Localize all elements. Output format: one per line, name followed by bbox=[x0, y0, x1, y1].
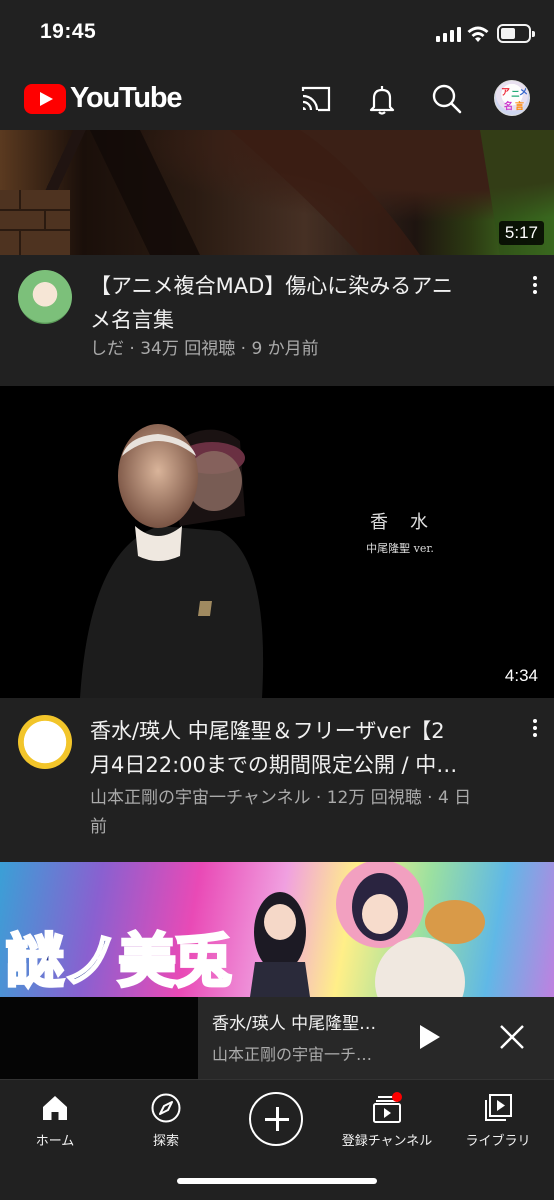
battery-icon bbox=[497, 24, 535, 43]
youtube-logo[interactable]: YouTube bbox=[24, 82, 183, 115]
channel-avatar[interactable] bbox=[18, 270, 72, 324]
video-meta[interactable]: 香水/瑛人 中尾隆聖＆フリーザver【2 月4日22:00までの期間限定公開 /… bbox=[0, 698, 554, 862]
video-thumbnail[interactable]: 香 水 中尾隆聖 ver. 4:34 bbox=[0, 386, 554, 698]
channel-avatar[interactable] bbox=[18, 715, 72, 769]
nav-explore-label: 探索 bbox=[152, 1134, 179, 1149]
cellular-signal-icon bbox=[436, 26, 461, 42]
video-title-line: メ名言集 bbox=[90, 308, 174, 332]
video-duration: 5:17 bbox=[498, 221, 544, 245]
video-subtitle-line: 前 bbox=[90, 817, 107, 837]
library-icon bbox=[485, 1094, 512, 1121]
account-avatar[interactable]: ア ニ メ 名 言 bbox=[494, 80, 530, 116]
bell-icon[interactable] bbox=[364, 81, 400, 117]
thumbnail-title: 謎ノ美兎 bbox=[4, 926, 233, 997]
nav-home[interactable]: ホーム bbox=[0, 1090, 110, 1149]
youtube-play-icon bbox=[24, 83, 66, 114]
video-thumbnail[interactable]: 5:17 bbox=[0, 130, 554, 255]
video-subtitle: しだ · 34万 回視聴 · 9 か月前 bbox=[90, 339, 319, 359]
home-indicator[interactable] bbox=[177, 1178, 377, 1184]
video-thumbnail[interactable]: 謎ノ美兎 bbox=[0, 862, 554, 997]
nav-library[interactable]: ライブラリ bbox=[443, 1090, 553, 1149]
brand-name: YouTube bbox=[70, 82, 183, 114]
notification-dot-icon bbox=[392, 1092, 402, 1102]
video-title-line: 月4日22:00までの期間限定公開 / 中… bbox=[90, 753, 458, 777]
nav-subscriptions[interactable]: 登録チャンネル bbox=[332, 1090, 442, 1149]
status-bar: 19:45 bbox=[0, 0, 554, 66]
play-icon[interactable] bbox=[414, 1021, 444, 1053]
status-time: 19:45 bbox=[40, 20, 97, 43]
nav-library-label: ライブラリ bbox=[465, 1134, 531, 1149]
search-icon[interactable] bbox=[429, 81, 465, 117]
video-title-line: 香水/瑛人 中尾隆聖＆フリーザver【2 bbox=[90, 719, 445, 743]
thumbnail-title: 香 水 bbox=[370, 512, 430, 533]
thumbnail-artwork bbox=[0, 130, 554, 255]
cast-icon[interactable] bbox=[298, 81, 334, 117]
mini-player-video[interactable] bbox=[0, 997, 198, 1079]
nav-subscriptions-label: 登録チャンネル bbox=[341, 1134, 433, 1149]
mini-player-title[interactable]: 香水/瑛人 中尾隆聖… bbox=[212, 1009, 402, 1034]
thumbnail-caption: 香 水 中尾隆聖 ver. bbox=[340, 508, 460, 556]
compass-icon bbox=[151, 1093, 181, 1123]
wifi-icon bbox=[467, 26, 489, 42]
close-icon[interactable] bbox=[496, 1021, 528, 1053]
video-title: 【アニメ複合MAD】傷心に染みるアニ メ名言集 bbox=[90, 269, 500, 337]
thumbnail-artwork bbox=[80, 424, 264, 698]
video-title: 香水/瑛人 中尾隆聖＆フリーザver【2 月4日22:00までの期間限定公開 /… bbox=[90, 714, 510, 782]
more-options-icon[interactable] bbox=[525, 716, 545, 746]
create-button[interactable] bbox=[249, 1092, 303, 1146]
video-title-line: 【アニメ複合MAD】傷心に染みるアニ bbox=[90, 274, 453, 298]
video-duration: 4:34 bbox=[498, 664, 544, 688]
home-icon bbox=[43, 1096, 67, 1120]
thumbnail-subtitle: 中尾隆聖 ver. bbox=[366, 542, 434, 555]
mini-player-channel[interactable]: 山本正剛の宇宙一チ… bbox=[212, 1041, 402, 1065]
video-subtitle-line: 山本正剛の宇宙一チャンネル · 12万 回視聴 · 4 日 bbox=[90, 788, 472, 808]
subscriptions-icon bbox=[373, 1092, 402, 1123]
nav-home-label: ホーム bbox=[35, 1134, 75, 1149]
nav-explore[interactable]: 探索 bbox=[111, 1090, 221, 1149]
more-options-icon[interactable] bbox=[525, 273, 545, 303]
video-subtitle: 山本正剛の宇宙一チャンネル · 12万 回視聴 · 4 日 前 bbox=[90, 784, 520, 842]
mini-player[interactable]: 香水/瑛人 中尾隆聖… 山本正剛の宇宙一チ… bbox=[0, 997, 554, 1079]
app-header: YouTube ア ニ メ 名 言 bbox=[0, 66, 554, 130]
video-meta[interactable]: 【アニメ複合MAD】傷心に染みるアニ メ名言集 しだ · 34万 回視聴 · 9… bbox=[0, 255, 554, 386]
